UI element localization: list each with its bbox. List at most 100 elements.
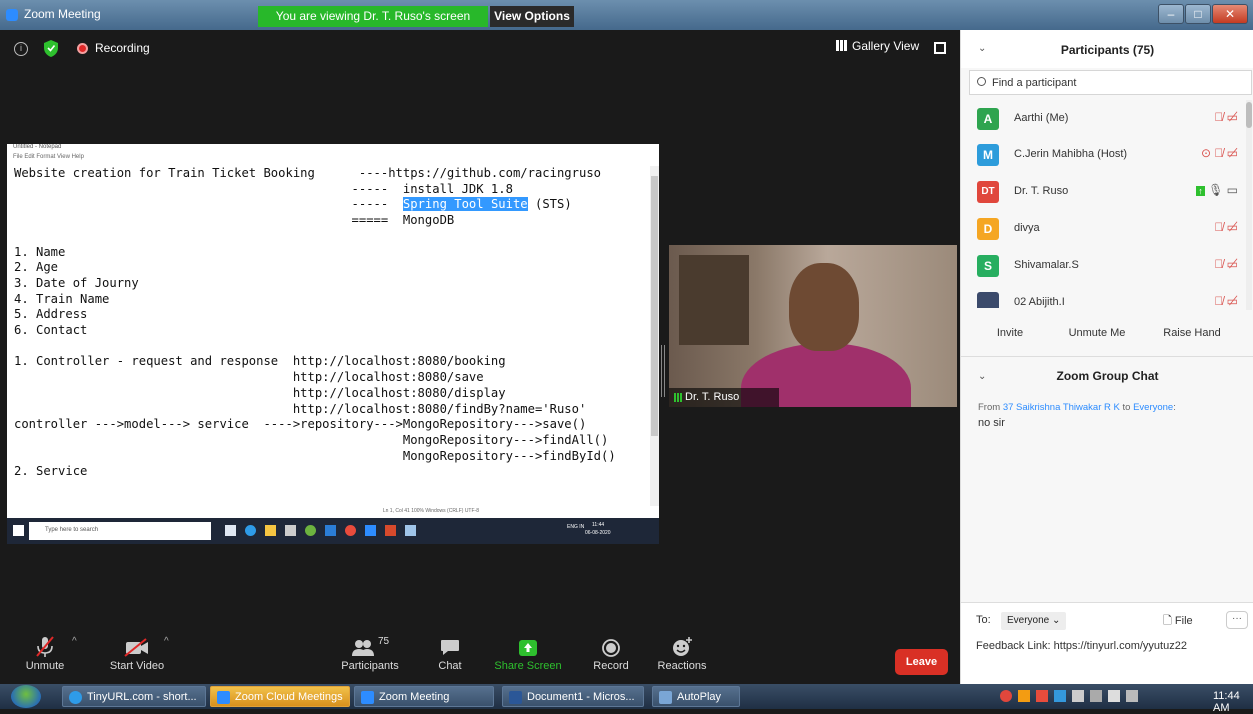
sharing-icons: ↑ 🎙 ▭ [1196, 183, 1238, 197]
chrome-icon [69, 691, 82, 704]
maximize-button[interactable]: □ [1185, 4, 1211, 24]
participant-search-input[interactable]: Find a participant [969, 70, 1252, 95]
task-view-icon [225, 525, 236, 536]
muted-icons: 🎙̸ ▭̸ [1214, 257, 1238, 271]
taskbar-clock[interactable]: 11:44 AM [1213, 690, 1253, 714]
chat-title: Zoom Group Chat [1056, 369, 1159, 383]
shared-taskbar: Type here to search ENG IN 11:44 06-08-2… [7, 518, 659, 544]
chat-to: to [1122, 402, 1131, 413]
view-options-button[interactable]: View Options ⌄ [490, 6, 574, 44]
tray-zoom-icon[interactable] [1054, 690, 1066, 702]
muted-icons: 🎙̸ ▭̸ [1214, 110, 1238, 124]
unmute-button[interactable]: ^ Unmute [16, 630, 77, 672]
start-button[interactable] [11, 685, 41, 708]
tray-volume-icon[interactable] [1108, 690, 1120, 702]
start-video-button[interactable]: ^ Start Video [104, 630, 170, 672]
meeting-toolbar: ^ Unmute ^ Start Video 75 Participants C… [0, 630, 960, 684]
video-bookshelf [679, 255, 749, 345]
viewing-screen-banner: You are viewing Dr. T. Ruso's screen [258, 6, 488, 27]
split-resize-handle[interactable] [661, 345, 665, 397]
zoom-icon [365, 525, 376, 536]
search-icon [977, 77, 986, 86]
chat-from: From [978, 402, 1001, 413]
unmute-me-button[interactable]: Unmute Me [1061, 322, 1133, 344]
chat-recipient-select[interactable]: Everyone ⌄ [1001, 612, 1067, 630]
tray-app-icon[interactable] [1000, 690, 1012, 702]
microphone-muted-icon [36, 636, 54, 657]
participant-row[interactable]: 02 Abijith.I 🎙̸ ▭̸ [961, 286, 1244, 308]
info-icon[interactable]: i [14, 42, 28, 56]
video-name: Dr. T. Ruso [685, 391, 740, 403]
participant-row[interactable]: A Aarthi (Me) 🎙̸ ▭̸ [961, 102, 1244, 138]
taskbar-item-autoplay[interactable]: AutoPlay [652, 686, 740, 707]
avatar: A [977, 108, 999, 130]
participant-row[interactable]: S Shivamalar.S 🎙̸ ▭̸ [961, 249, 1244, 285]
record-button[interactable]: Record [590, 630, 632, 672]
participants-title: Participants (75) [1060, 43, 1155, 57]
window-title: Zoom Meeting [24, 7, 101, 21]
grid-icon [836, 40, 848, 51]
notepad-icon [405, 525, 416, 536]
zoom-app-icon [6, 9, 18, 21]
word-icon [325, 525, 336, 536]
tray-network-icon[interactable] [1072, 690, 1084, 702]
invite-button[interactable]: Invite [989, 322, 1031, 344]
minimize-button[interactable]: – [1158, 4, 1184, 24]
chat-label: Chat [438, 660, 462, 672]
muted-icons: ⊙ 🎙̸ ▭̸ [1200, 146, 1238, 160]
chat-sender[interactable]: 37 Saikrishna Thiwakar R K [1003, 402, 1120, 413]
share-screen-icon [519, 640, 537, 656]
recording-icon [77, 43, 88, 54]
powerpoint-icon [385, 525, 396, 536]
video-name-tag: Dr. T. Ruso [669, 388, 779, 407]
fullscreen-icon[interactable] [934, 42, 946, 54]
tray-flag-icon[interactable] [1036, 690, 1048, 702]
chat-button[interactable]: Chat [432, 630, 468, 672]
shield-icon[interactable] [44, 40, 58, 57]
zoom-icon [361, 691, 374, 704]
participant-row[interactable]: M C.Jerin Mahibha (Host) ⊙ 🎙̸ ▭̸ [961, 138, 1244, 174]
taskbar-item-tinyurl[interactable]: TinyURL.com - short... [62, 686, 206, 707]
chat-recipient[interactable]: Everyone [1133, 402, 1173, 413]
task-label: Document1 - Micros... [527, 691, 635, 703]
participants-button[interactable]: 75 Participants [338, 630, 402, 672]
raise-hand-button[interactable]: Raise Hand [1159, 322, 1225, 344]
feedback-link: Feedback Link: https://tinyurl.com/yyutu… [976, 640, 1187, 652]
taskbar-item-document[interactable]: Document1 - Micros... [502, 686, 644, 707]
chat-message-text: no sir [978, 417, 1005, 429]
muted-icons: 🎙̸ ▭̸ [1214, 294, 1238, 308]
participant-search-placeholder: Find a participant [992, 77, 1077, 89]
tray-display-icon[interactable] [1126, 690, 1138, 702]
reactions-button[interactable]: Reactions [654, 630, 710, 672]
gallery-view-button[interactable]: Gallery View [836, 39, 919, 53]
notepad-status-bar: Ln 1, Col 41 100% Windows (CRLF) UTF-8 [382, 508, 479, 514]
file-button[interactable]: 🗋 File [1163, 612, 1193, 631]
shared-taskbar-date: 06-08-2020 [585, 530, 611, 536]
avatar: D [977, 218, 999, 240]
participant-row[interactable]: DT Dr. T. Ruso ↑ 🎙 ▭ [961, 175, 1244, 211]
taskbar-item-zoom-meeting[interactable]: Zoom Meeting [354, 686, 494, 707]
share-screen-button[interactable]: Share Screen [492, 630, 564, 672]
tray-power-icon[interactable] [1090, 690, 1102, 702]
gallery-view-label: Gallery View [852, 39, 920, 53]
close-button[interactable]: ✕ [1212, 4, 1248, 24]
notepad-text: Website creation for Train Ticket Bookin… [14, 166, 654, 488]
task-label: TinyURL.com - short... [87, 691, 197, 703]
participants-scroll-thumb[interactable] [1246, 102, 1252, 128]
reactions-label: Reactions [657, 660, 707, 672]
taskbar-item-zoom-cloud[interactable]: Zoom Cloud Meetings [210, 686, 350, 707]
avatar: M [977, 144, 999, 166]
tray-mail-icon[interactable] [1018, 690, 1030, 702]
shared-search-box: Type here to search [29, 522, 211, 540]
edge-icon [245, 525, 256, 536]
record-label: Record [593, 660, 629, 672]
more-options-button[interactable]: ··· [1226, 611, 1248, 629]
video-camera-muted-icon [124, 638, 148, 657]
leave-button[interactable]: Leave [895, 649, 948, 675]
participants-scrollbar[interactable] [1246, 100, 1252, 310]
participant-row[interactable]: D divya 🎙̸ ▭̸ [961, 212, 1244, 248]
notepad-menu: File Edit Format View Help [13, 154, 84, 160]
notepad-scroll-thumb [651, 176, 658, 436]
participant-name: Aarthi (Me) [1014, 112, 1069, 124]
task-label: AutoPlay [677, 691, 722, 703]
